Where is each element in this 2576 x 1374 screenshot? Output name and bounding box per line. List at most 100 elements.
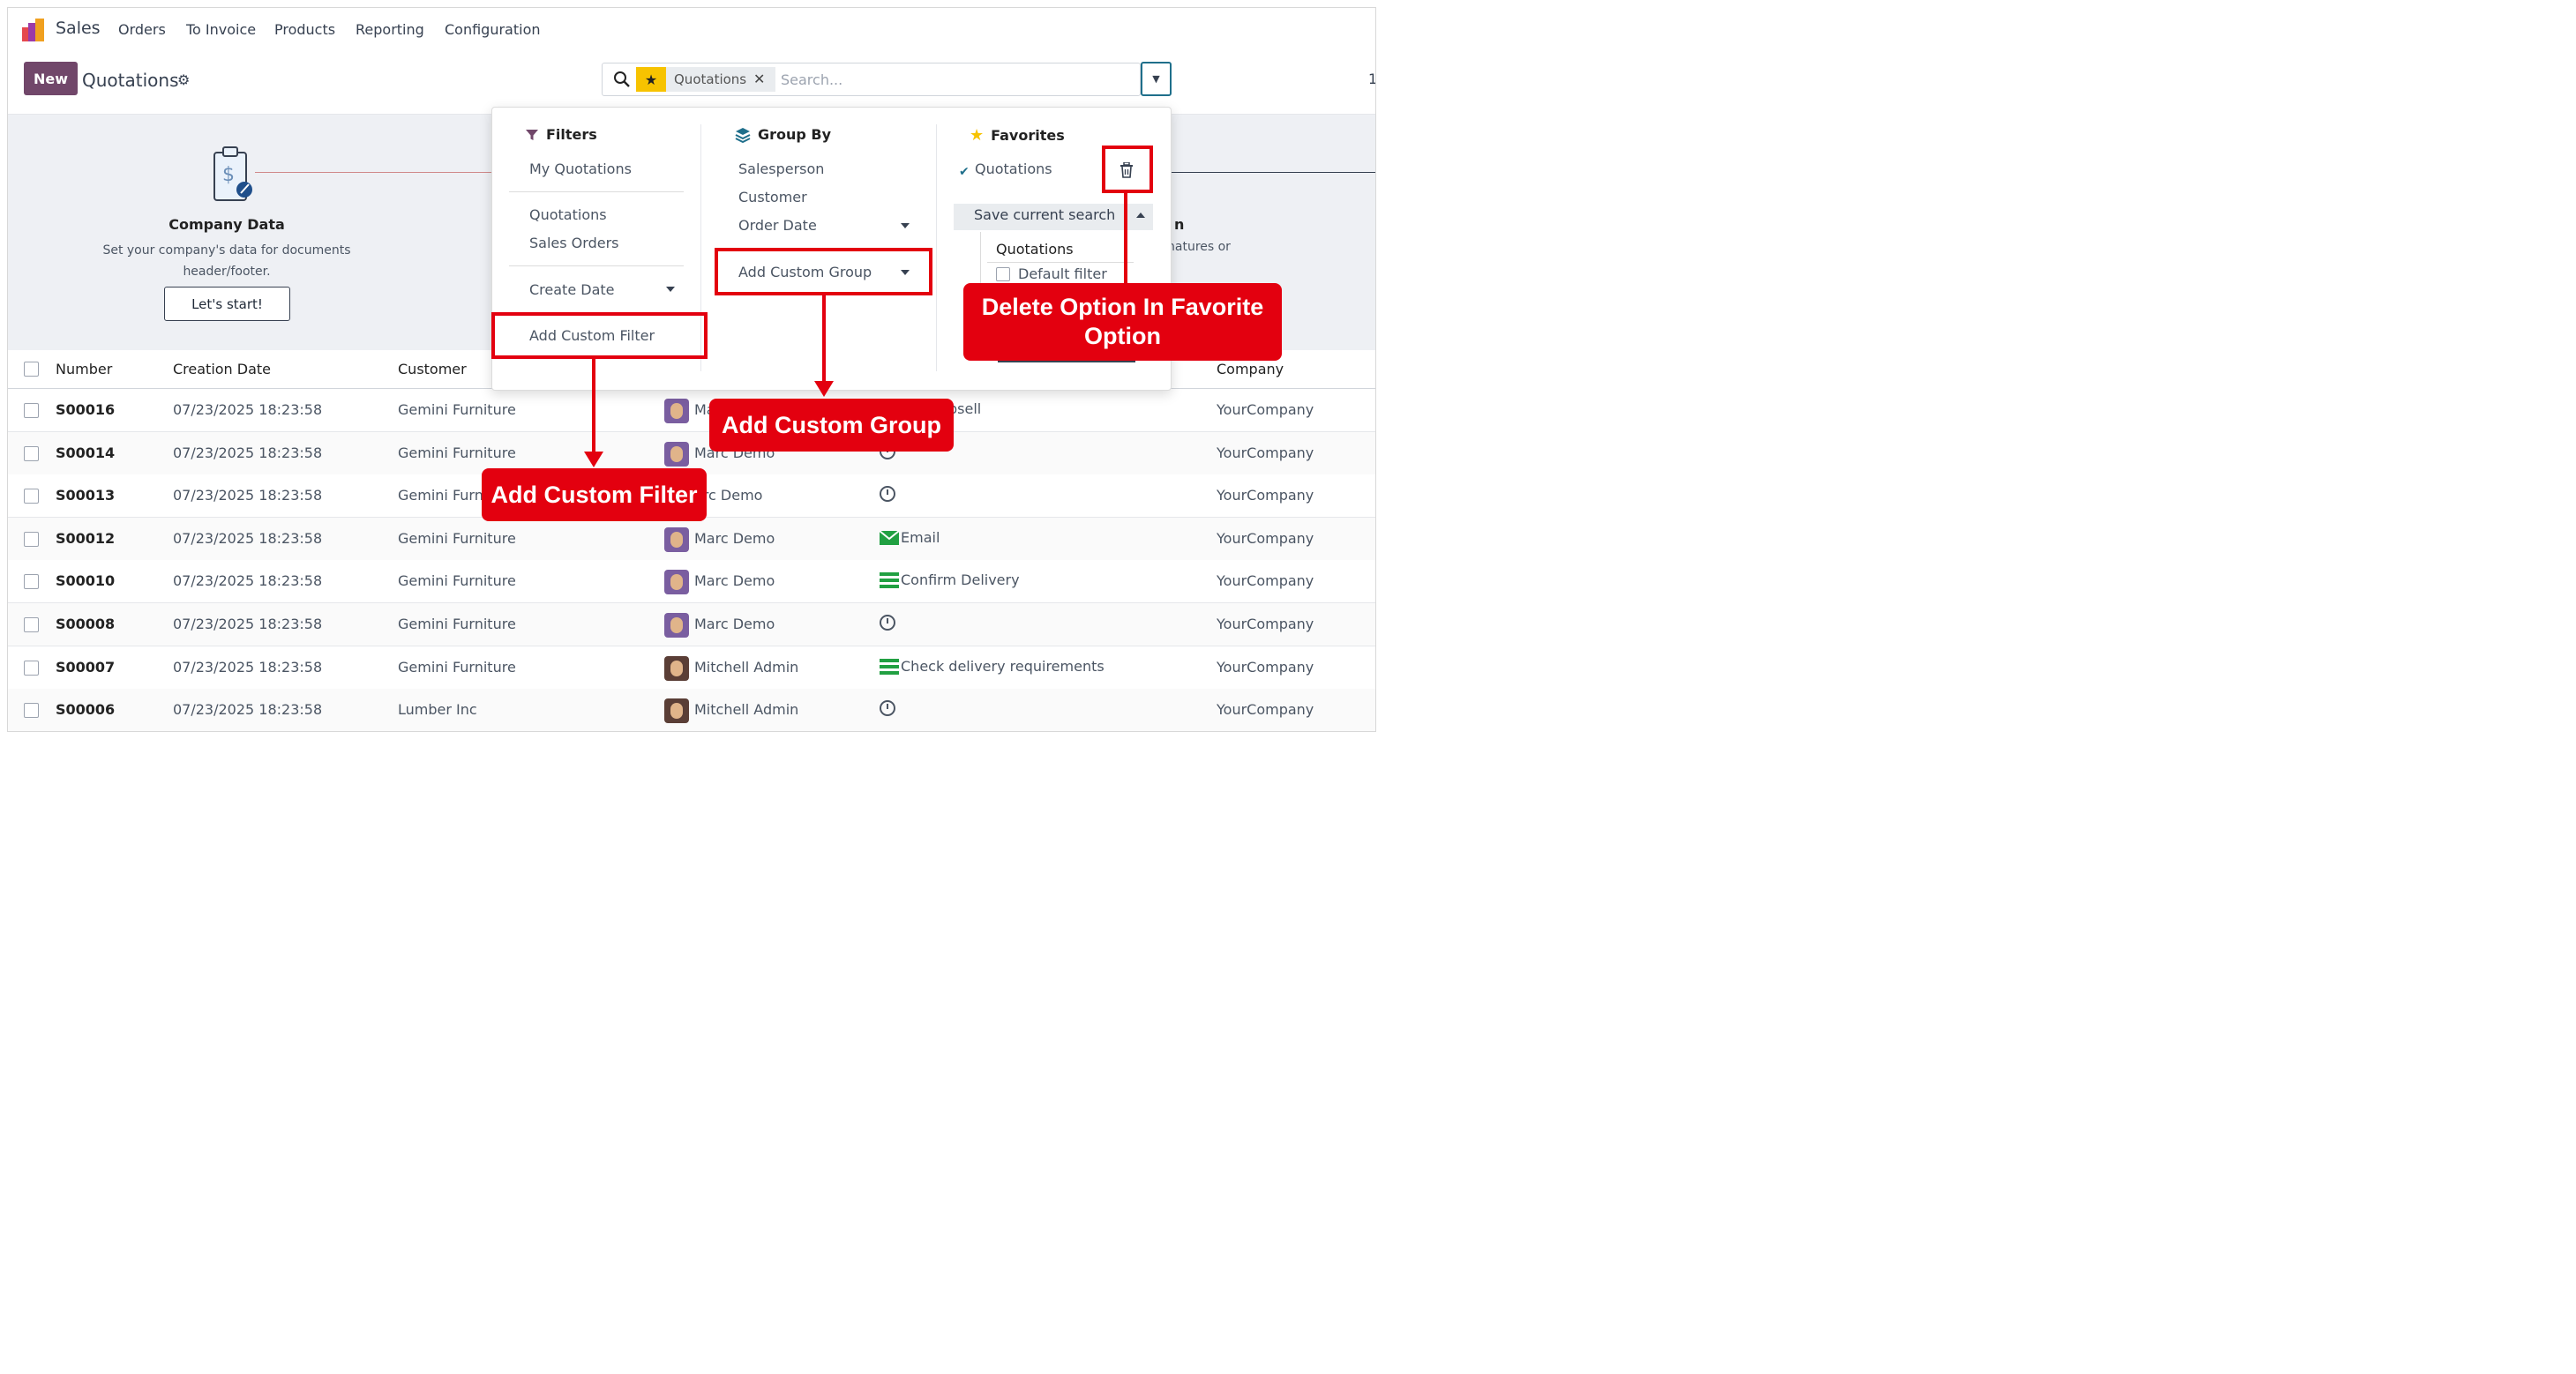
filters-header: Filters [525,126,597,143]
search-input[interactable]: Search... [781,71,842,88]
divider [509,265,684,266]
cell-salesperson: Marc Demo [694,530,775,547]
cell-creation-date: 07/23/2025 18:23:58 [173,659,323,676]
gear-icon[interactable]: ⚙ [177,71,190,88]
cell-customer: Gemini Furniture [398,572,516,589]
favorite-quotations[interactable]: Quotations [975,161,1052,177]
menu-products[interactable]: Products [274,21,335,38]
remove-facet-icon[interactable]: ✕ [753,71,765,87]
new-button[interactable]: New [24,62,78,95]
divider [980,232,981,285]
favorites-header: ★ Favorites [970,126,1065,145]
groupby-salesperson[interactable]: Salesperson [738,161,824,177]
next-step-description: natures or [1167,240,1231,254]
groupby-customer[interactable]: Customer [738,189,807,205]
company-data-description: Set your company's data for documents he… [96,240,357,282]
cell-customer: Gemini Furniture [398,401,516,418]
clock-icon[interactable] [880,486,895,502]
sales-app-logo-icon[interactable] [22,19,47,41]
avatar [664,698,689,723]
row-checkbox[interactable] [24,532,39,547]
activity-cell[interactable] [880,615,895,631]
cell-customer: Gemini Furniture [398,444,516,461]
cell-creation-date: 07/23/2025 18:23:58 [173,401,323,418]
avatar [664,442,689,467]
clock-icon[interactable] [880,700,895,716]
filter-my-quotations[interactable]: My Quotations [529,161,632,177]
app-name[interactable]: Sales [56,19,101,38]
svg-text:$: $ [222,164,235,186]
row-checkbox[interactable] [24,446,39,461]
highlight-add-custom-filter [491,312,708,359]
row-checkbox[interactable] [24,661,39,676]
annotation-arrowhead [584,452,603,467]
cell-salesperson: Marc Demo [694,572,775,589]
avatar-face [670,532,683,548]
cell-company: YourCompany [1217,616,1314,632]
activity-cell[interactable]: Confirm Delivery [880,571,1020,588]
checkmark-icon: ✔ [959,165,970,179]
cell-customer: Gemini Furniture [398,616,516,632]
cell-customer: Lumber Inc [398,701,477,718]
column-number[interactable]: Number [56,361,112,377]
favorite-name-input[interactable]: Quotations [996,241,1074,258]
lets-start-button[interactable]: Let's start! [164,287,290,321]
cell-company: YourCompany [1217,444,1314,461]
envelope-icon [880,530,899,545]
chevron-down-icon[interactable] [901,223,910,228]
search-facet-label: Quotations [674,71,747,87]
avatar-face [670,446,683,462]
page-title: Quotations [82,70,179,91]
column-customer[interactable]: Customer [398,361,467,377]
menu-orders[interactable]: Orders [118,21,166,38]
filter-quotations[interactable]: Quotations [529,206,607,223]
cell-number: S00012 [56,530,116,547]
pager-value[interactable]: 1 [1368,71,1375,87]
cell-number: S00008 [56,616,116,632]
activity-label: Email [901,529,940,546]
filter-sales-orders[interactable]: Sales Orders [529,235,618,251]
activity-cell[interactable] [880,700,895,716]
clock-icon[interactable] [880,615,895,631]
chevron-down-icon[interactable] [666,287,675,292]
avatar [664,613,689,638]
group-by-title: Group By [758,126,832,143]
avatar [664,656,689,681]
groupby-order-date[interactable]: Order Date [738,217,817,234]
activity-cell[interactable]: Check delivery requirements [880,658,1105,675]
row-checkbox[interactable] [24,489,39,504]
top-navbar: Sales Orders To Invoice Products Reporti… [8,8,1375,52]
group-by-header: Group By [735,126,831,143]
row-checkbox[interactable] [24,617,39,632]
save-current-search-label[interactable]: Save current search [974,206,1115,223]
default-filter-checkbox[interactable] [996,267,1010,281]
caret-down-icon: ▼ [1152,73,1160,85]
row-checkbox[interactable] [24,574,39,589]
menu-configuration[interactable]: Configuration [445,21,541,38]
cell-number: S00014 [56,444,116,461]
filters-title: Filters [546,126,597,143]
cell-number: S00007 [56,659,116,676]
column-creation-date[interactable]: Creation Date [173,361,271,377]
annotation-arrow-line [1124,192,1127,286]
activity-cell[interactable]: Email [880,529,940,546]
tasks-icon [880,658,899,675]
search-panel-toggle-button[interactable]: ▼ [1141,62,1172,96]
cell-creation-date: 07/23/2025 18:23:58 [173,487,323,504]
avatar-face [670,661,683,676]
cell-company: YourCompany [1217,659,1314,676]
description-line-1: Set your company's data for documents [102,243,351,258]
filter-create-date[interactable]: Create Date [529,281,615,298]
cell-creation-date: 07/23/2025 18:23:58 [173,701,323,718]
annotation-arrow-line [822,295,826,383]
next-step-title: n [1174,216,1185,233]
activity-cell[interactable] [880,486,895,502]
column-company[interactable]: Company [1217,361,1284,377]
row-checkbox[interactable] [24,403,39,418]
caret-up-icon[interactable] [1136,213,1145,218]
row-checkbox[interactable] [24,703,39,718]
star-icon: ★ [970,126,985,145]
menu-reporting[interactable]: Reporting [356,21,424,38]
select-all-checkbox[interactable] [24,362,39,377]
menu-to-invoice[interactable]: To Invoice [186,21,256,38]
